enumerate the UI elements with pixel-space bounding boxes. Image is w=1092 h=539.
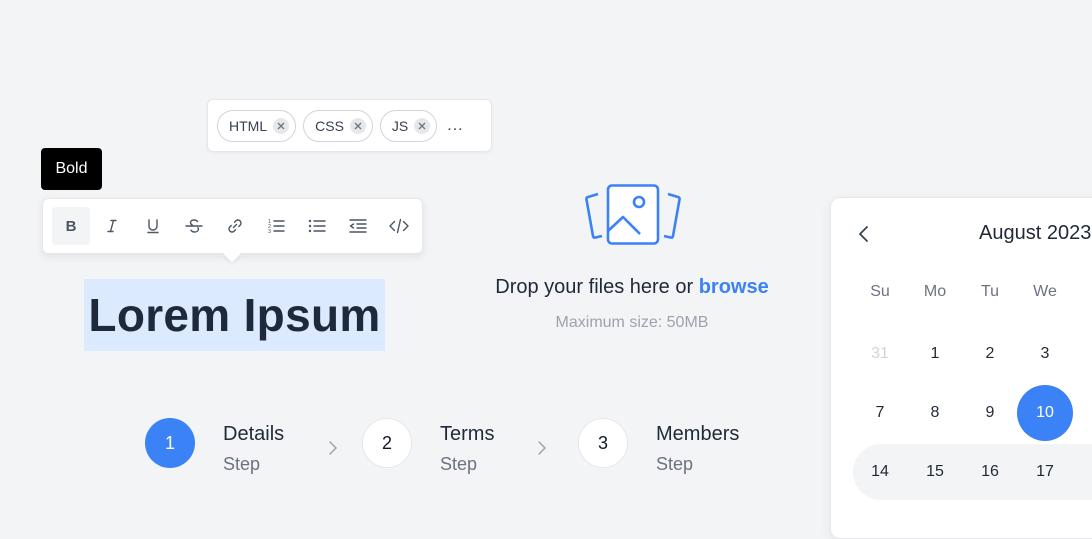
bold-tooltip: Bold — [41, 148, 102, 190]
calendar-month-title: August 2023 — [979, 222, 1092, 244]
strikethrough-button[interactable] — [175, 207, 213, 245]
link-button[interactable] — [216, 207, 254, 245]
calendar-day[interactable]: 1 — [907, 326, 963, 382]
ordered-list-button[interactable]: 1 2 3 — [257, 207, 295, 245]
calendar-day[interactable]: 8 — [907, 385, 963, 441]
tag-html: HTML — [217, 109, 297, 142]
step-1-subtitle: Step — [223, 454, 261, 474]
tooltip-text: Bold — [55, 160, 88, 177]
step-3-circle[interactable]: 3 — [578, 418, 628, 468]
step-2-circle[interactable]: 2 — [362, 418, 412, 468]
underline-icon — [147, 219, 159, 234]
underline-button[interactable] — [134, 207, 172, 245]
dropzone-text: Drop your files here or browse — [432, 276, 832, 299]
more-tags-indicator[interactable]: ... — [447, 117, 463, 135]
selected-heading-text[interactable]: Lorem Ipsum — [84, 279, 385, 351]
chevron-left-icon[interactable] — [856, 224, 872, 244]
tag-label: HTML — [229, 117, 268, 134]
date-picker: August 2023 Su Mo Tu We 31 1 2 3 7 8 9 1… — [830, 197, 1092, 539]
tags-input[interactable]: HTML CSS JS ... — [207, 99, 492, 152]
images-icon — [585, 184, 681, 245]
calendar-day[interactable]: 9 — [962, 385, 1018, 441]
bullet-list-button[interactable] — [298, 207, 336, 245]
remove-tag-icon[interactable] — [273, 117, 290, 134]
weekday-label: Su — [870, 283, 890, 300]
toolbar-pointer — [223, 245, 241, 263]
weekday-label: Tu — [980, 283, 1000, 300]
link-icon — [228, 219, 242, 233]
code-icon — [389, 218, 409, 234]
calendar-day[interactable]: 31 — [852, 326, 908, 382]
browse-link[interactable]: browse — [699, 276, 769, 298]
italic-icon — [107, 219, 117, 233]
step-2-title: Terms — [440, 423, 495, 445]
chevron-right-icon — [538, 441, 546, 455]
tag-label: JS — [391, 117, 409, 134]
step-1-title: Details — [223, 423, 285, 445]
chevron-right-icon — [329, 441, 337, 455]
calendar-day[interactable]: 17 — [1017, 444, 1073, 500]
tag-css: CSS — [303, 109, 373, 142]
step-3-subtitle: Step — [656, 454, 694, 474]
calendar-day[interactable]: 3 — [1017, 326, 1073, 382]
step-2-subtitle: Step — [440, 454, 478, 474]
code-button[interactable] — [380, 207, 418, 245]
bullet-list-icon — [308, 219, 326, 233]
bold-button[interactable]: B — [52, 207, 90, 245]
calendar-day[interactable]: 14 — [852, 444, 908, 500]
calendar-day[interactable]: 2 — [962, 326, 1018, 382]
calendar-day[interactable]: 15 — [907, 444, 963, 500]
calendar-day[interactable]: 16 — [962, 444, 1018, 500]
step-3-title: Members — [656, 423, 740, 445]
tag-js: JS — [379, 109, 438, 142]
outdent-button[interactable] — [339, 207, 377, 245]
bold-icon: B — [66, 218, 77, 235]
dropzone-label: Drop your files here or — [495, 276, 694, 298]
step-number: 3 — [597, 432, 608, 453]
calendar-day[interactable]: 7 — [852, 385, 908, 441]
tag-label: CSS — [315, 117, 344, 134]
indent-icon — [349, 219, 367, 233]
italic-button[interactable] — [93, 207, 131, 245]
svg-text:B: B — [66, 218, 77, 235]
svg-text:3: 3 — [268, 229, 271, 235]
text-format-toolbar: B 1 2 3 — [42, 198, 423, 263]
calendar-day-selected[interactable]: 10 — [1017, 385, 1073, 441]
ordered-list-icon: 1 2 3 — [268, 219, 285, 235]
step-1-circle[interactable]: 1 — [145, 418, 195, 468]
step-number: 1 — [164, 432, 175, 453]
dropzone-subtext: Maximum size: 50MB — [555, 314, 709, 331]
step-number: 2 — [381, 432, 392, 453]
remove-tag-icon[interactable] — [414, 117, 431, 134]
heading-text: Lorem Ipsum — [88, 289, 381, 341]
weekday-label: Mo — [923, 283, 947, 300]
strikethrough-icon — [185, 219, 203, 233]
remove-tag-icon[interactable] — [349, 117, 366, 134]
weekday-label: We — [1033, 283, 1057, 300]
